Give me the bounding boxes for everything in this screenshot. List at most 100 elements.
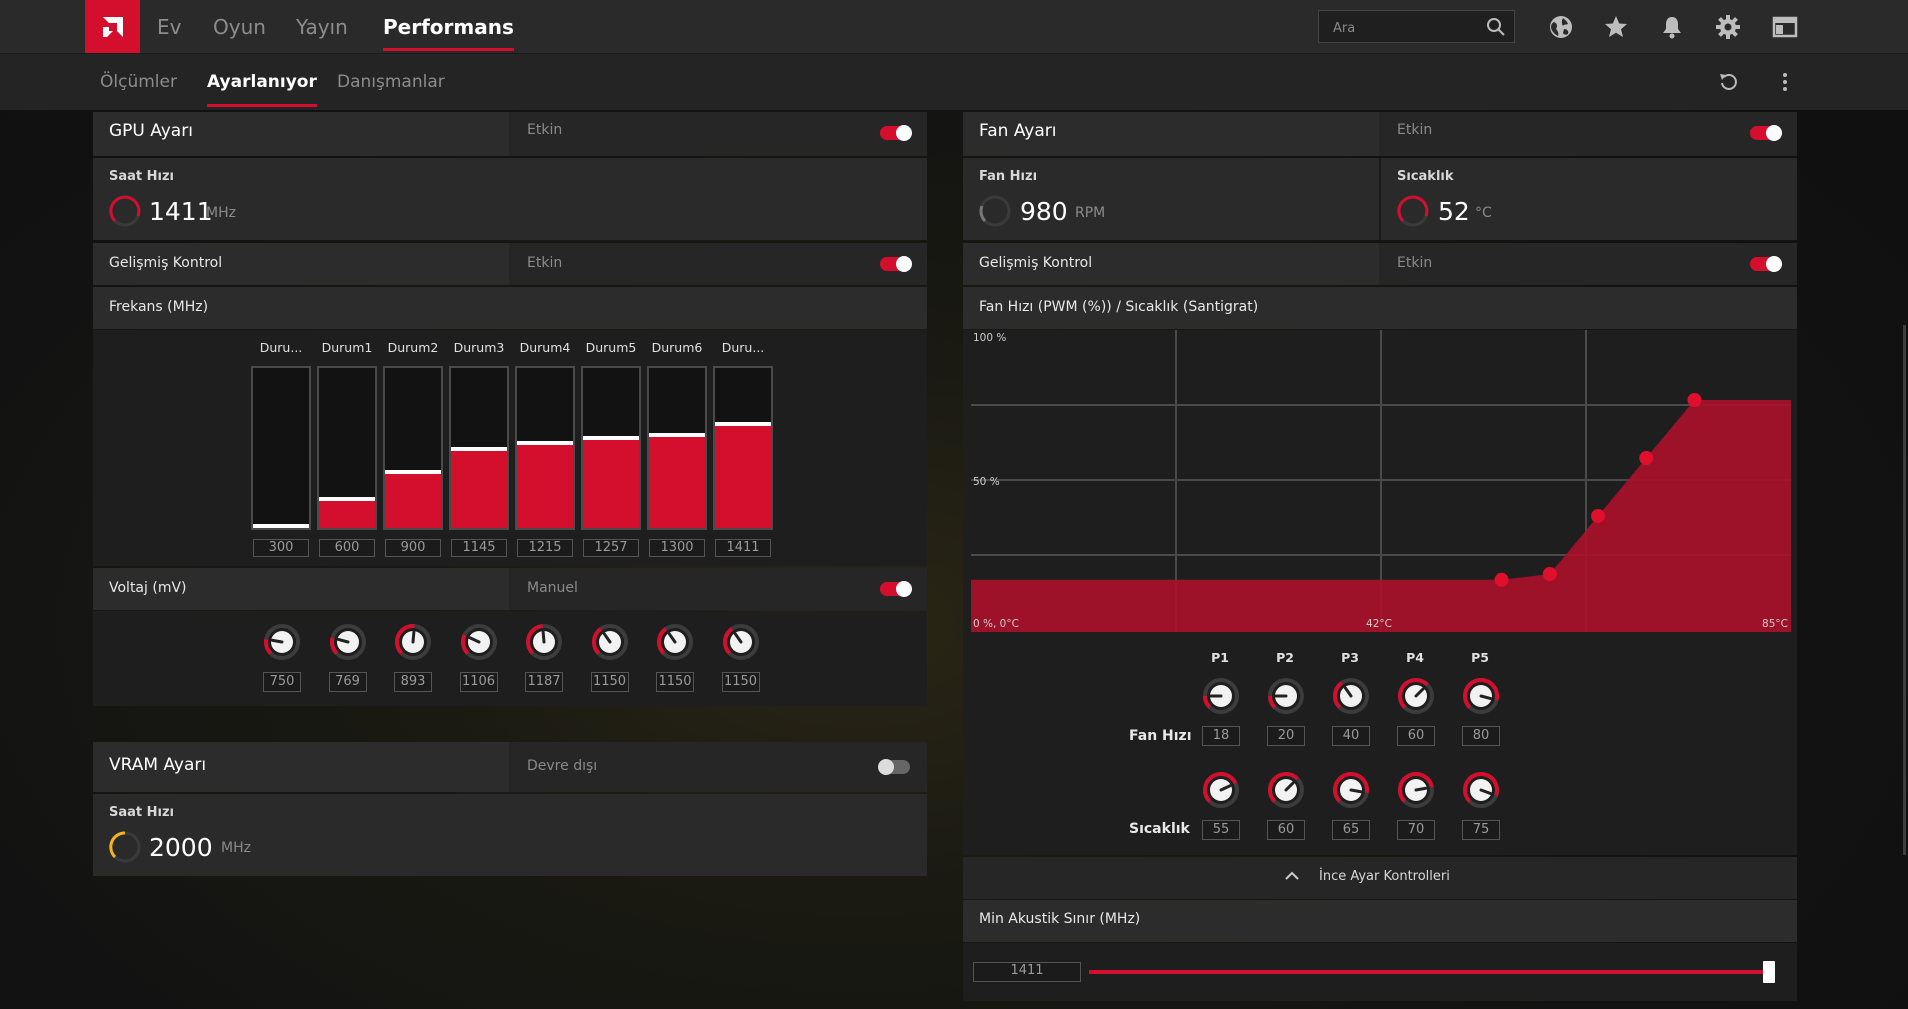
state-bar-handle[interactable] [517,441,573,445]
voltage-value[interactable]: 893 [394,672,432,692]
vram-enable-toggle[interactable] [878,759,910,775]
nav-ev[interactable]: Ev [157,0,181,53]
voltage-knob-dial[interactable] [590,622,630,662]
state-bar[interactable] [449,366,509,530]
fan-temp-knob[interactable] [1331,770,1371,810]
voltage-value[interactable]: 769 [328,672,367,692]
voltage-knob-dial[interactable] [655,622,695,662]
fan-speed-knob-dial[interactable] [1396,676,1436,716]
fan-temp-knob[interactable] [1396,770,1436,810]
state-value[interactable]: 1145 [451,539,507,557]
fan-speed-value[interactable]: 60 [1397,726,1435,746]
star-icon[interactable] [1602,13,1630,41]
state-bar[interactable] [581,366,641,530]
state-bar-handle[interactable] [253,524,309,528]
state-bar[interactable] [647,366,707,530]
fan-speed-knob[interactable] [1331,676,1371,716]
gear-icon[interactable] [1714,13,1742,41]
bell-icon[interactable] [1658,13,1686,41]
fan-temp-knob-dial[interactable] [1461,770,1501,810]
voltage-knob[interactable] [590,622,630,662]
more-vertical-icon[interactable] [1773,70,1797,94]
tab-olcumler[interactable]: Ölçümler [100,54,177,110]
state-bar[interactable] [317,366,377,530]
voltage-knob[interactable] [655,622,695,662]
state-value[interactable]: 900 [385,539,441,557]
voltage-knob-dial[interactable] [459,622,499,662]
fan-curve-point-p2[interactable] [1542,567,1557,581]
fan-temp-knob-dial[interactable] [1396,770,1436,810]
state-bar[interactable] [383,366,443,530]
voltage-value[interactable]: 750 [263,672,301,692]
state-value[interactable]: 1411 [715,539,771,557]
fan-speed-knob-dial[interactable] [1266,676,1306,716]
state-bar[interactable] [713,366,773,530]
fan-curve-point-p5[interactable] [1687,393,1702,407]
fan-speed-knob[interactable] [1201,676,1241,716]
search-input[interactable] [1331,20,1485,37]
voltage-knob[interactable] [459,622,499,662]
fan-curve-point-p1[interactable] [1494,572,1509,587]
fan-speed-knob-dial[interactable] [1201,676,1241,716]
gpu-enable-toggle[interactable] [880,125,912,141]
sidebar-panel-icon[interactable] [1771,13,1799,41]
nav-yayin[interactable]: Yayın [296,0,348,53]
voltage-knob-dial[interactable] [393,622,433,662]
voltage-knob[interactable] [262,622,302,662]
voltage-knob[interactable] [328,622,368,662]
reset-icon[interactable] [1716,70,1740,94]
fan-temp-value[interactable]: 60 [1267,820,1305,840]
fan-curve-point-p3[interactable] [1591,509,1606,523]
voltage-knob[interactable] [524,622,564,662]
fan-speed-value[interactable]: 40 [1332,726,1370,746]
min-acoustic-slider-track[interactable] [1089,961,1775,983]
state-bar-handle[interactable] [649,433,705,437]
chevron-up-icon[interactable] [1285,871,1299,881]
state-bar[interactable] [251,366,311,530]
fan-speed-knob-dial[interactable] [1331,676,1371,716]
fan-temp-knob[interactable] [1201,770,1241,810]
fan-speed-knob[interactable] [1266,676,1306,716]
voltage-knob-dial[interactable] [524,622,564,662]
voltage-knob-dial[interactable] [328,622,368,662]
scrollbar[interactable] [1903,325,1906,855]
fan-speed-knob-dial[interactable] [1461,676,1501,716]
fan-speed-value[interactable]: 20 [1267,726,1305,746]
fan-temp-knob[interactable] [1461,770,1501,810]
search-icon[interactable] [1486,17,1506,41]
state-value[interactable]: 1215 [517,539,573,557]
min-acoustic-slider-thumb[interactable] [1763,961,1775,983]
nav-oyun[interactable]: Oyun [213,0,266,53]
state-bar[interactable] [515,366,575,530]
fan-temp-value[interactable]: 55 [1202,820,1240,840]
fan-temp-knob-dial[interactable] [1331,770,1371,810]
state-value[interactable]: 600 [319,539,375,557]
voltage-knob-dial[interactable] [721,622,761,662]
state-bar-handle[interactable] [715,422,771,426]
voltage-value[interactable]: 1150 [721,672,760,692]
fan-enable-toggle[interactable] [1750,125,1782,141]
voltage-value[interactable]: 1187 [525,672,563,692]
state-value[interactable]: 300 [253,539,309,557]
voltage-manual-toggle[interactable] [880,581,912,597]
fan-temp-knob-dial[interactable] [1266,770,1306,810]
fan-temp-knob[interactable] [1266,770,1306,810]
nav-performans[interactable]: Performans [383,0,514,53]
fine-tune-label[interactable]: İnce Ayar Kontrolleri [1319,869,1450,884]
voltage-knob[interactable] [721,622,761,662]
fan-curve-point-p4[interactable] [1639,451,1654,465]
amd-logo[interactable] [85,0,140,53]
state-bar-handle[interactable] [385,470,441,474]
gpu-advanced-toggle[interactable] [880,256,912,272]
tab-ayarlaniyor[interactable]: Ayarlanıyor [207,54,317,110]
voltage-knob[interactable] [393,622,433,662]
fan-temp-knob-dial[interactable] [1201,770,1241,810]
state-value[interactable]: 1257 [583,539,639,557]
voltage-value[interactable]: 1150 [590,672,629,692]
fan-temp-value[interactable]: 70 [1397,820,1435,840]
state-bar-handle[interactable] [319,497,375,501]
voltage-value[interactable]: 1150 [656,672,694,692]
voltage-value[interactable]: 1106 [459,672,498,692]
state-value[interactable]: 1300 [649,539,705,557]
globe-icon[interactable] [1547,13,1575,41]
